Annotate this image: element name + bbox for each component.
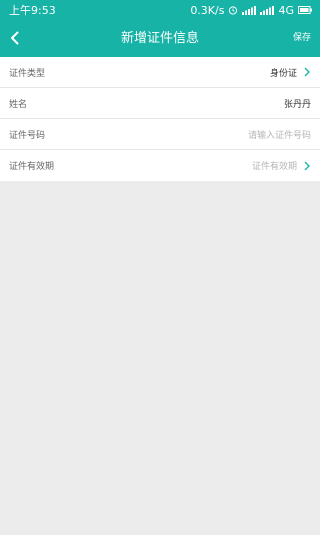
alarm-icon xyxy=(228,5,238,15)
row-certificate-type[interactable]: 证件类型 身份证 xyxy=(0,57,320,88)
validity-value: 证件有效期 xyxy=(252,159,311,172)
chevron-right-icon xyxy=(304,161,310,170)
save-button[interactable]: 保存 xyxy=(293,20,311,57)
certificate-number-input[interactable]: 请输入证件号码 xyxy=(248,128,311,141)
row-name: 姓名 张丹丹 xyxy=(0,88,320,119)
certificate-type-selected: 身份证 xyxy=(269,68,297,79)
name-label: 姓名 xyxy=(9,99,28,110)
battery-icon xyxy=(298,6,312,14)
network-type: 4G xyxy=(278,3,294,17)
signal-icon xyxy=(260,5,275,15)
row-certificate-number: 证件号码 请输入证件号码 xyxy=(0,119,320,150)
network-speed: 0.3K/s xyxy=(190,3,225,17)
certificate-type-label: 证件类型 xyxy=(9,68,46,79)
chevron-right-icon xyxy=(304,67,310,77)
status-icons: 0.3K/s 4G xyxy=(190,4,312,17)
certificate-type-value: 身份证 xyxy=(270,66,311,79)
status-time: 上午9:53 xyxy=(9,4,56,17)
nav-bar: 新增证件信息 保存 xyxy=(0,20,320,57)
signal-icon xyxy=(242,5,257,15)
name-value[interactable]: 张丹丹 xyxy=(284,97,311,110)
certificate-form: 证件类型 身份证 姓名 张丹丹 证件号码 请输入证件号码 证件有效期 证件有效期 xyxy=(0,57,320,181)
status-bar: 上午9:53 0.3K/s 4G xyxy=(0,0,320,20)
row-validity[interactable]: 证件有效期 证件有效期 xyxy=(0,150,320,181)
validity-label: 证件有效期 xyxy=(9,162,55,172)
page-title: 新增证件信息 xyxy=(120,31,199,46)
certificate-number-label: 证件号码 xyxy=(9,130,46,141)
validity-placeholder: 证件有效期 xyxy=(251,162,297,172)
